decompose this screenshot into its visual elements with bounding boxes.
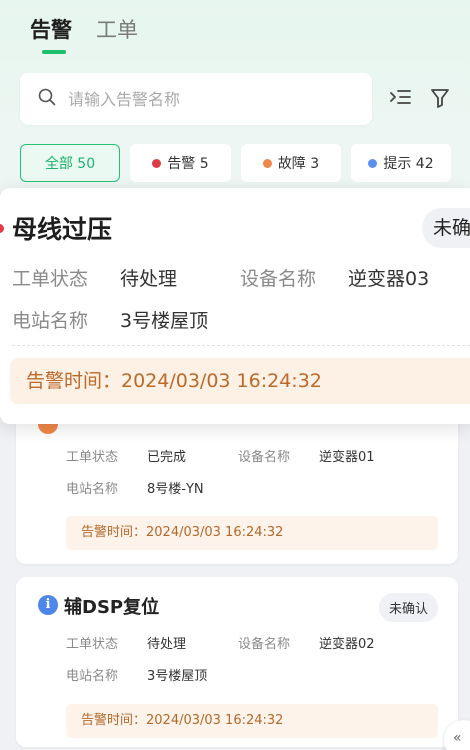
status-label: 工单状态 [12, 268, 89, 290]
list-filter-icon[interactable] [386, 84, 414, 112]
filter-alarm-label: 告警 5 [167, 156, 209, 172]
station-label: 电站名称 [66, 669, 119, 684]
status-badge: 未确 [422, 208, 470, 248]
divider [12, 345, 470, 346]
tab-alarm[interactable]: 告警 [30, 14, 72, 54]
device-value: 逆变器03 [348, 268, 430, 290]
status-value: 已完成 [147, 450, 187, 465]
device-label: 设备名称 [238, 637, 291, 652]
device-label: 设备名称 [238, 450, 291, 465]
filter-info[interactable]: 提示 42 [351, 144, 451, 182]
filter-chips: 全部 50 告警 5 故障 3 提示 42 [20, 144, 451, 182]
info-icon: i [38, 595, 58, 615]
station-value: 3号楼屋顶 [120, 310, 209, 332]
alarm-dot-icon [0, 224, 4, 233]
search-bar [20, 73, 372, 125]
filter-all-label: 全部 50 [44, 156, 96, 172]
filter-all[interactable]: 全部 50 [20, 144, 120, 182]
tab-work-order-label: 工单 [96, 18, 138, 42]
station-label: 电站名称 [12, 310, 89, 332]
alarm-time: 告警时间：2024/03/03 16:24:32 [10, 358, 470, 404]
alarm-card[interactable]: i 辅DSP复位 未确认 工单状态 待处理 设备名称 逆变器02 电站名称 3号… [16, 577, 458, 747]
station-label: 电站名称 [66, 482, 119, 497]
alarm-dot-icon [152, 158, 162, 168]
station-value: 8号楼-YN [147, 482, 204, 497]
alarm-time: 告警时间：2024/03/03 16:24:32 [66, 516, 438, 550]
status-value: 待处理 [147, 637, 187, 652]
fault-dot-icon [262, 158, 272, 168]
station-value: 3号楼屋顶 [147, 669, 208, 684]
filter-fault-label: 故障 3 [277, 156, 320, 172]
status-label: 工单状态 [66, 450, 119, 465]
tab-alarm-label: 告警 [30, 18, 72, 42]
funnel-icon[interactable] [426, 84, 454, 112]
device-value: 逆变器01 [319, 450, 375, 465]
alarm-detail-popup[interactable]: 母线过压 未确 工单状态 待处理 设备名称 逆变器03 电站名称 3号楼屋顶 告… [0, 188, 470, 424]
detail-title: 母线过压 [12, 215, 113, 244]
card-title: 辅DSP复位 [64, 597, 160, 618]
alarm-time: 告警时间：2024/03/03 16:24:32 [66, 704, 438, 738]
status-badge: 未确认 [378, 593, 438, 622]
active-tab-indicator [42, 50, 66, 54]
tab-work-order[interactable]: 工单 [96, 14, 138, 46]
search-icon [38, 88, 56, 110]
device-label: 设备名称 [240, 268, 317, 290]
filter-alarm[interactable]: 告警 5 [130, 144, 231, 182]
device-value: 逆变器02 [319, 637, 375, 652]
status-label: 工单状态 [66, 637, 119, 652]
status-value: 待处理 [120, 268, 178, 290]
double-chevron-left-icon: « [453, 730, 462, 746]
search-input[interactable] [68, 89, 328, 109]
info-dot-icon [368, 158, 378, 168]
top-tabs: 告警 工单 [30, 14, 138, 54]
filter-info-label: 提示 42 [383, 156, 434, 172]
filter-fault[interactable]: 故障 3 [241, 144, 341, 182]
